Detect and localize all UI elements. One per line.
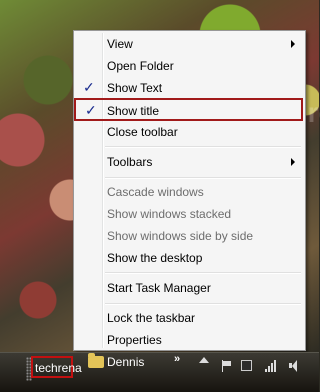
menu-item-close-toolbar[interactable]: Close toolbar bbox=[76, 122, 303, 142]
menu-item-label: Cascade windows bbox=[107, 185, 204, 199]
menu-item-label: Show Text bbox=[107, 81, 163, 95]
checkmark-icon: ✓ bbox=[83, 79, 95, 95]
menu-separator bbox=[105, 303, 301, 305]
menu-separator bbox=[105, 272, 301, 274]
menu-item-label: Show windows stacked bbox=[107, 207, 232, 221]
submenu-arrow-icon bbox=[291, 40, 295, 48]
menu-item-show-desktop[interactable]: Show the desktop bbox=[76, 248, 303, 268]
menu-item-toolbars[interactable]: Toolbars bbox=[76, 152, 303, 172]
menu-item-label: Properties bbox=[107, 333, 162, 347]
wireless-signal-icon[interactable] bbox=[265, 360, 277, 372]
menu-item-label: View bbox=[107, 37, 133, 51]
folder-icon[interactable] bbox=[88, 353, 104, 368]
volume-icon[interactable] bbox=[288, 360, 300, 372]
menu-item-show-title[interactable]: ✓ Show title bbox=[74, 98, 303, 121]
menu-item-label: Show the desktop bbox=[107, 251, 203, 265]
submenu-arrow-icon bbox=[291, 158, 295, 166]
show-hidden-icons-arrow-icon[interactable] bbox=[199, 357, 209, 363]
menu-item-label: Show title bbox=[107, 104, 160, 118]
menu-item-properties[interactable]: Properties bbox=[76, 330, 303, 350]
menu-item-view[interactable]: View bbox=[76, 34, 303, 54]
menu-item-label: Close toolbar bbox=[107, 125, 178, 139]
toolbar-folder-item[interactable]: Dennis bbox=[107, 355, 144, 369]
menu-item-show-windows-stacked: Show windows stacked bbox=[76, 204, 303, 224]
menu-item-lock-taskbar[interactable]: Lock the taskbar bbox=[76, 308, 303, 328]
network-icon[interactable] bbox=[241, 360, 252, 371]
toolbar-title[interactable]: techrena bbox=[31, 356, 82, 378]
taskbar-context-menu: View Open Folder ✓ Show Text ✓ Show titl… bbox=[73, 30, 306, 351]
menu-item-label: Toolbars bbox=[107, 155, 153, 169]
toolbar-overflow-chevron-icon[interactable]: » bbox=[174, 353, 180, 365]
menu-separator bbox=[105, 146, 301, 148]
menu-item-label: Lock the taskbar bbox=[107, 311, 196, 325]
menu-item-show-windows-side-by-side: Show windows side by side bbox=[76, 226, 303, 246]
menu-item-label: Show windows side by side bbox=[107, 229, 254, 243]
menu-item-show-text[interactable]: ✓ Show Text bbox=[76, 78, 303, 98]
menu-item-label: Start Task Manager bbox=[107, 281, 211, 295]
menu-item-open-folder[interactable]: Open Folder bbox=[76, 56, 303, 76]
menu-item-start-task-manager[interactable]: Start Task Manager bbox=[76, 278, 303, 298]
menu-separator bbox=[105, 177, 301, 179]
checkmark-icon: ✓ bbox=[85, 102, 97, 118]
taskbar: techrena Dennis » bbox=[0, 352, 319, 392]
action-center-flag-icon[interactable] bbox=[220, 360, 232, 372]
menu-item-cascade-windows: Cascade windows bbox=[76, 182, 303, 202]
menu-item-label: Open Folder bbox=[107, 59, 174, 73]
